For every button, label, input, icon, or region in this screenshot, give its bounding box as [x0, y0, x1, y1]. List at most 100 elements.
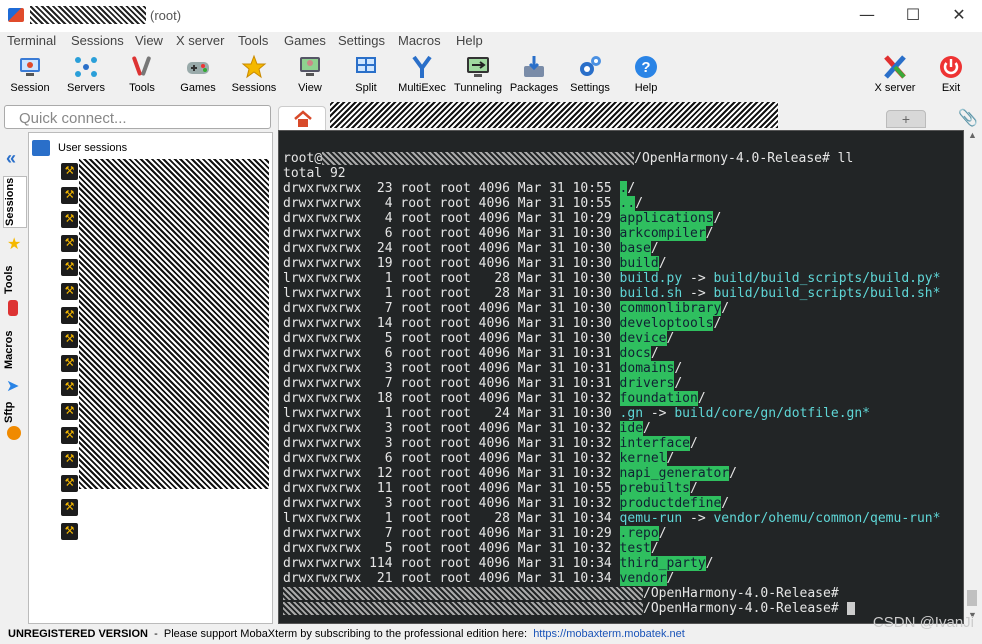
menu-games[interactable]: Games — [284, 33, 326, 48]
menu-xserver[interactable]: X server — [176, 33, 224, 48]
session-key-icon[interactable]: ⚒ — [61, 475, 78, 492]
ls-entry-line: drwxrwxrwx 6 root root 4096 Mar 31 10:32… — [283, 451, 674, 466]
menu-macros[interactable]: Macros — [398, 33, 441, 48]
minimize-button[interactable]: — — [844, 0, 890, 32]
scroll-up-icon[interactable]: ▲ — [968, 130, 977, 140]
title-redacted — [30, 6, 146, 24]
session-tab-redacted[interactable] — [330, 102, 778, 128]
menu-help[interactable]: Help — [456, 33, 483, 48]
ls-entry-slash: / — [705, 556, 714, 571]
tab-sftp-vertical[interactable]: Sftp — [3, 398, 27, 426]
tools-icon — [132, 56, 151, 76]
multiexec-button[interactable]: MultiExec — [393, 52, 451, 94]
session-key-icon[interactable]: ⚒ — [61, 403, 78, 420]
view-button[interactable]: View — [281, 52, 339, 94]
sessions-button[interactable]: Sessions — [225, 52, 283, 94]
terminal-scrollbar[interactable]: ▲ ▼ — [964, 130, 980, 624]
session-button[interactable]: Session — [1, 52, 59, 94]
tunneling-button[interactable]: Tunneling — [449, 52, 507, 94]
collapse-icon[interactable]: « — [6, 148, 16, 169]
ls-entry-arrow: -> — [682, 286, 714, 301]
ls-entry-name: productdefine — [619, 496, 722, 511]
ls-entry-meta: drwxrwxrwx 7 root root 4096 Mar 31 10:29 — [283, 526, 620, 541]
status-text: UNREGISTERED VERSION - Please support Mo… — [8, 628, 685, 640]
menu-settings[interactable]: Settings — [338, 33, 385, 48]
ls-entry-line: drwxrwxrwx 7 root root 4096 Mar 31 10:29… — [283, 526, 667, 541]
watermark: CSDN @IvanJi — [872, 614, 974, 631]
ls-entry-meta: drwxrwxrwx 3 root root 4096 Mar 31 10:32 — [283, 496, 620, 511]
tunneling-icon — [467, 57, 489, 77]
packages-icon — [524, 56, 544, 77]
ls-entry-line: drwxrwxrwx 12 root root 4096 Mar 31 10:3… — [283, 466, 737, 481]
session-key-icon[interactable]: ⚒ — [61, 211, 78, 228]
ls-entry-arrow: -> — [643, 406, 675, 421]
scroll-thumb[interactable] — [967, 590, 977, 606]
ls-entry-line: drwxrwxrwx 3 root root 4096 Mar 31 10:31… — [283, 361, 682, 376]
session-key-icon[interactable]: ⚒ — [61, 523, 78, 540]
menu-tools[interactable]: Tools — [238, 33, 268, 48]
tools-button[interactable]: Tools — [113, 52, 171, 94]
ls-entry-line: drwxrwxrwx 19 root root 4096 Mar 31 10:3… — [283, 256, 667, 271]
session-names-redacted — [79, 159, 269, 489]
session-key-icon[interactable]: ⚒ — [61, 283, 78, 300]
split-button[interactable]: Split — [337, 52, 395, 94]
session-key-icon[interactable]: ⚒ — [61, 187, 78, 204]
tab-sessions-vertical[interactable]: Sessions — [3, 176, 27, 228]
ls-entry-slash: / — [697, 391, 706, 406]
session-key-icon[interactable]: ⚒ — [61, 307, 78, 324]
terminal-view[interactable]: root@ /OpenHarmony-4.0-Release# ll total 9… — [278, 130, 964, 624]
settings-button[interactable]: Settings — [561, 52, 619, 94]
ls-entry-slash: / — [627, 181, 636, 196]
session-key-icon[interactable]: ⚒ — [61, 499, 78, 516]
packages-button[interactable]: Packages — [505, 52, 563, 94]
ls-entry-slash: / — [650, 541, 659, 556]
ls-entry-name: .repo — [619, 526, 659, 541]
help-button[interactable]: ? Help — [617, 52, 675, 94]
menu-view[interactable]: View — [135, 33, 163, 48]
ls-entry-target: build/core/gn/dotfile.gn* — [674, 406, 871, 421]
menu-terminal[interactable]: Terminal — [7, 33, 56, 48]
home-tab[interactable] — [278, 106, 326, 130]
close-button[interactable]: ✕ — [936, 0, 982, 32]
ls-entry-line: drwxrwxrwx 6 root root 4096 Mar 31 10:31… — [283, 346, 659, 361]
ls-entry-name: third_party — [619, 556, 706, 571]
quick-connect-input[interactable] — [4, 105, 271, 129]
session-key-icon[interactable]: ⚒ — [61, 427, 78, 444]
games-button[interactable]: Games — [169, 52, 227, 94]
session-key-icon[interactable]: ⚒ — [61, 451, 78, 468]
session-key-icon[interactable]: ⚒ — [61, 259, 78, 276]
ls-entry-line: drwxrwxrwx 4 root root 4096 Mar 31 10:55… — [283, 196, 643, 211]
session-key-icon[interactable]: ⚒ — [61, 379, 78, 396]
ls-entry-line: drwxrwxrwx 18 root root 4096 Mar 31 10:3… — [283, 391, 706, 406]
terminal-cursor — [846, 602, 855, 615]
tab-macros-vertical[interactable]: Macros — [3, 328, 27, 372]
servers-button[interactable]: Servers — [57, 52, 115, 94]
session-key-icon[interactable]: ⚒ — [61, 331, 78, 348]
xserver-button[interactable]: X server — [866, 52, 924, 94]
menu-sessions[interactable]: Sessions — [71, 33, 124, 48]
ls-entry-line: lrwxrwxrwx 1 root root 24 Mar 31 10:30 .… — [283, 406, 870, 421]
star-icon — [241, 54, 267, 79]
ls-entry-name: qemu-run — [619, 511, 683, 526]
tab-tools-vertical[interactable]: Tools — [3, 262, 27, 298]
terminal-prompt-line: root@ /OpenHarmony-4.0-Release# ll — [283, 151, 853, 166]
exit-button[interactable]: Exit — [922, 52, 980, 94]
toolbar: Session Servers Tools Games Sessions Vie… — [0, 50, 982, 100]
multiexec-icon — [412, 55, 432, 78]
maximize-button[interactable]: ☐ — [890, 0, 936, 32]
new-tab-button[interactable]: + — [886, 110, 926, 128]
mobatek-link[interactable]: https://mobaxterm.mobatek.net — [533, 628, 685, 640]
ls-entry-line: drwxrwxrwx 4 root root 4096 Mar 31 10:29… — [283, 211, 721, 226]
ls-entry-name: .. — [619, 196, 636, 211]
terminal-total-line: total 92 — [283, 166, 346, 181]
session-key-icon[interactable]: ⚒ — [61, 163, 78, 180]
total-text: total 92 — [283, 166, 346, 181]
terminal-prompt-line: /OpenHarmony-4.0-Release# — [283, 601, 855, 616]
ls-entry-meta: drwxrwxrwx 4 root root 4096 Mar 31 10:55 — [283, 196, 620, 211]
session-key-icon[interactable]: ⚒ — [61, 235, 78, 252]
ls-entry-slash: / — [643, 421, 651, 436]
exit-icon — [940, 56, 962, 78]
attach-icon[interactable]: 📎 — [958, 108, 978, 128]
session-key-icon[interactable]: ⚒ — [61, 355, 78, 372]
ls-entry-meta: drwxrwxrwx 6 root root 4096 Mar 31 10:31 — [283, 346, 620, 361]
